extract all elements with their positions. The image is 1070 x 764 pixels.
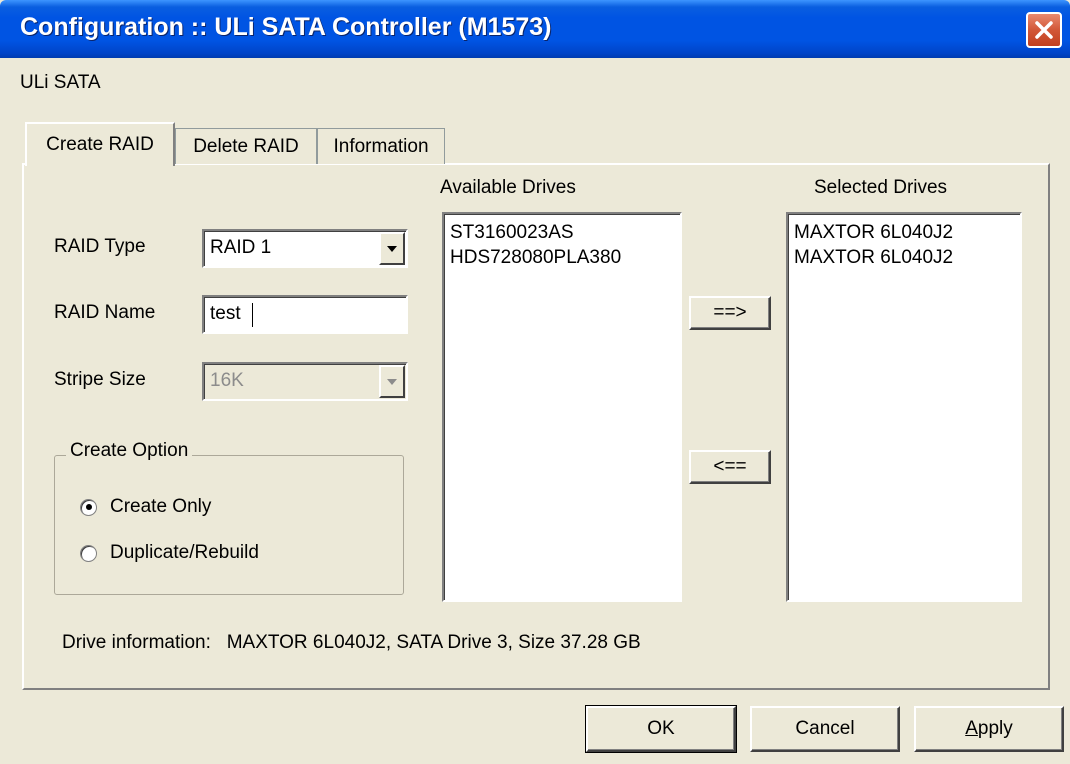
- apply-button[interactable]: Apply: [914, 706, 1064, 752]
- raid-name-value: test: [210, 303, 241, 324]
- cancel-button[interactable]: Cancel: [750, 706, 900, 752]
- list-item[interactable]: MAXTOR 6L040J2: [794, 245, 1020, 270]
- controller-label: ULi SATA: [20, 72, 101, 93]
- add-drive-button[interactable]: ==>: [689, 296, 771, 330]
- available-drives-list[interactable]: ST3160023AS HDS728080PLA380: [442, 212, 682, 602]
- remove-drive-button[interactable]: <==: [689, 450, 771, 484]
- stripe-size-label: Stripe Size: [54, 369, 146, 390]
- chevron-down-icon: [387, 378, 397, 385]
- create-option-group: [54, 455, 404, 595]
- radio-button[interactable]: [80, 544, 97, 562]
- drive-information-text: Drive information: MAXTOR 6L040J2, SATA …: [62, 632, 641, 653]
- apply-label-rest: pply: [977, 718, 1013, 739]
- title-bar[interactable]: Configuration :: ULi SATA Controller (M1…: [0, 0, 1070, 58]
- tab-information[interactable]: Information: [317, 128, 445, 164]
- radio-duplicate-rebuild-label: Duplicate/Rebuild: [110, 542, 259, 563]
- stripe-size-value: 16K: [210, 370, 244, 391]
- close-icon: [1035, 21, 1053, 39]
- radio-button[interactable]: [80, 498, 97, 516]
- apply-mnemonic: A: [965, 718, 978, 739]
- raid-type-label: RAID Type: [54, 236, 146, 257]
- window-title: Configuration :: ULi SATA Controller (M1…: [20, 13, 552, 41]
- radio-create-only-label: Create Only: [110, 496, 212, 517]
- raid-type-value: RAID 1: [210, 237, 272, 258]
- close-button[interactable]: [1026, 12, 1062, 48]
- raid-name-label: RAID Name: [54, 302, 156, 323]
- tab-create-raid[interactable]: Create RAID: [25, 122, 175, 166]
- list-item[interactable]: MAXTOR 6L040J2: [794, 220, 1020, 245]
- list-item[interactable]: ST3160023AS: [450, 220, 680, 245]
- ok-button[interactable]: OK: [585, 705, 737, 753]
- raid-type-dropdown-button[interactable]: [379, 232, 405, 265]
- create-option-title: Create Option: [66, 440, 193, 462]
- selected-drives-title: Selected Drives: [814, 177, 948, 198]
- tab-delete-raid[interactable]: Delete RAID: [175, 128, 317, 164]
- stripe-size-dropdown-button[interactable]: [379, 365, 405, 398]
- radio-selected-dot: [85, 504, 92, 510]
- radio-create-only[interactable]: Create Only: [80, 496, 211, 518]
- radio-duplicate-rebuild[interactable]: Duplicate/Rebuild: [80, 542, 259, 564]
- available-drives-title: Available Drives: [440, 177, 576, 198]
- stripe-size-select[interactable]: 16K: [202, 362, 408, 401]
- text-cursor: [252, 303, 253, 327]
- chevron-down-icon: [387, 245, 397, 252]
- selected-drives-list[interactable]: MAXTOR 6L040J2 MAXTOR 6L040J2: [786, 212, 1022, 602]
- raid-type-select[interactable]: RAID 1: [202, 229, 408, 268]
- raid-name-input[interactable]: test: [202, 295, 408, 334]
- list-item[interactable]: HDS728080PLA380: [450, 245, 680, 270]
